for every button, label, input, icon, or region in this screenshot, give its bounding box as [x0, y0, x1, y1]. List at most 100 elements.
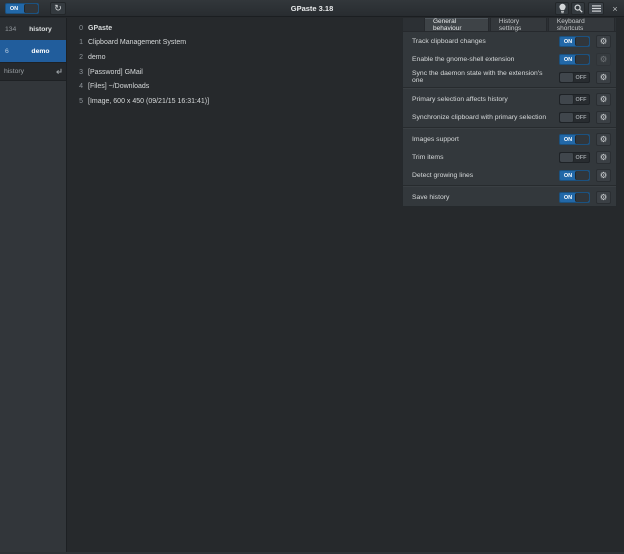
setting-label: Enable the gnome-shell extension — [412, 56, 559, 63]
setting-options-button[interactable]: ⚙ — [596, 71, 611, 84]
setting-options-button[interactable]: ⚙ — [596, 93, 611, 106]
setting-label: Synchronize clipboard with primary selec… — [412, 114, 559, 121]
setting-options-button[interactable]: ⚙ — [596, 191, 611, 204]
item-text: [Image, 600 x 450 (09/21/15 16:31:41)] — [88, 98, 209, 105]
item-text: Clipboard Management System — [88, 39, 186, 46]
setting-switch[interactable]: ON — [559, 54, 590, 65]
tab-label: General behaviour — [433, 18, 480, 32]
histories-sidebar: 134 history 6 demo history — [0, 18, 67, 552]
setting-row-trim-items: Trim items OFF ⚙ — [403, 148, 616, 166]
setting-switch[interactable]: OFF — [559, 152, 590, 163]
tab-history-settings[interactable]: History settings — [490, 18, 547, 31]
switch-knob — [560, 73, 574, 82]
gear-icon: ⚙ — [600, 95, 608, 104]
switch-knob — [560, 95, 574, 104]
item-index: 5 — [76, 98, 83, 105]
history-row-history[interactable]: 134 history — [0, 18, 66, 40]
item-text: demo — [88, 54, 106, 61]
switch-state-label: ON — [560, 55, 576, 65]
switch-state-label: OFF — [573, 73, 589, 83]
setting-row-synchronize-clipboard-primary: Synchronize clipboard with primary selec… — [403, 108, 616, 126]
menu-button[interactable] — [588, 2, 604, 15]
settings-group-separator — [403, 127, 616, 129]
switch-knob — [575, 135, 589, 144]
setting-options-button[interactable]: ⚙ — [596, 111, 611, 124]
item-text: [Password] GMail — [88, 69, 143, 76]
search-button[interactable] — [571, 2, 585, 15]
about-button[interactable] — [555, 2, 569, 15]
tab-label: Keyboard shortcuts — [557, 18, 606, 32]
setting-row-sync-daemon-state: Sync the daemon state with the extension… — [403, 68, 616, 86]
gear-icon: ⚙ — [600, 135, 608, 144]
switch-knob — [560, 153, 574, 162]
settings-panel: General behaviour History settings Keybo… — [402, 18, 617, 207]
window-title: GPaste 3.18 — [0, 0, 624, 17]
setting-row-images-support: Images support ON ⚙ — [403, 130, 616, 148]
histories-list: 134 history 6 demo — [0, 18, 66, 62]
gear-icon: ⚙ — [600, 37, 608, 46]
history-size: 6 — [5, 48, 20, 55]
setting-label: Images support — [412, 136, 559, 143]
item-index: 4 — [76, 83, 83, 90]
window-close-button[interactable]: × — [608, 2, 622, 15]
setting-label: Trim items — [412, 154, 559, 161]
setting-row-track-clipboard-changes: Track clipboard changes ON ⚙ — [403, 32, 616, 50]
setting-options-button[interactable]: ⚙ — [596, 151, 611, 164]
setting-switch[interactable]: OFF — [559, 72, 590, 83]
setting-options-button[interactable]: ⚙ — [596, 169, 611, 182]
switch-state-label: OFF — [573, 95, 589, 105]
headerbar: GPaste 3.18 ON ↻ — [0, 0, 624, 17]
new-history-entry[interactable]: history — [0, 62, 66, 81]
settings-group-separator — [403, 87, 616, 89]
refresh-icon: ↻ — [54, 3, 62, 14]
enter-icon[interactable] — [55, 68, 62, 75]
setting-options-button[interactable]: ⚙ — [596, 53, 611, 66]
switch-knob — [575, 37, 589, 46]
close-icon: × — [612, 4, 617, 14]
lightbulb-icon — [558, 3, 567, 14]
setting-label: Detect growing lines — [412, 172, 559, 179]
switch-state-label: ON — [560, 37, 576, 47]
setting-label: Save history — [412, 194, 559, 201]
daemon-toggle-label: ON — [6, 4, 22, 14]
tab-general-behaviour[interactable]: General behaviour — [424, 18, 489, 31]
switch-knob — [560, 113, 574, 122]
daemon-toggle-switch[interactable]: ON — [5, 3, 39, 14]
history-row-demo[interactable]: 6 demo — [0, 40, 66, 62]
setting-row-enable-gnome-shell-extension: Enable the gnome-shell extension ON ⚙ — [403, 50, 616, 68]
switch-state-label: OFF — [573, 113, 589, 123]
search-icon — [574, 4, 583, 13]
switch-state-label: ON — [560, 171, 576, 181]
switch-knob — [575, 171, 589, 180]
setting-switch[interactable]: OFF — [559, 112, 590, 123]
history-name: demo — [20, 48, 61, 55]
switch-knob — [575, 55, 589, 64]
setting-switch[interactable]: ON — [559, 192, 590, 203]
item-index: 0 — [76, 25, 83, 32]
switch-knob — [575, 193, 589, 202]
tab-label: History settings — [499, 18, 538, 32]
refresh-button[interactable]: ↻ — [50, 2, 66, 15]
settings-tabbar: General behaviour History settings Keybo… — [403, 18, 616, 32]
item-index: 1 — [76, 39, 83, 46]
setting-switch[interactable]: ON — [559, 36, 590, 47]
setting-options-button[interactable]: ⚙ — [596, 133, 611, 146]
item-text: [Files] ~/Downloads — [88, 83, 149, 90]
gear-icon: ⚙ — [600, 171, 608, 180]
setting-switch[interactable]: ON — [559, 134, 590, 145]
setting-options-button[interactable]: ⚙ — [596, 35, 611, 48]
setting-row-detect-growing-lines: Detect growing lines ON ⚙ — [403, 166, 616, 184]
item-index: 2 — [76, 54, 83, 61]
setting-label: Sync the daemon state with the extension… — [412, 70, 559, 84]
gear-icon: ⚙ — [600, 113, 608, 122]
gear-icon: ⚙ — [600, 55, 608, 64]
setting-row-save-history: Save history ON ⚙ — [403, 188, 616, 206]
gear-icon: ⚙ — [600, 153, 608, 162]
setting-row-primary-selection-affects-history: Primary selection affects history OFF ⚙ — [403, 90, 616, 108]
setting-switch[interactable]: ON — [559, 170, 590, 181]
switch-knob — [24, 4, 38, 13]
setting-label: Track clipboard changes — [412, 38, 559, 45]
tab-keyboard-shortcuts[interactable]: Keyboard shortcuts — [548, 18, 615, 31]
new-history-entry-value: history — [4, 68, 55, 75]
setting-switch[interactable]: OFF — [559, 94, 590, 105]
